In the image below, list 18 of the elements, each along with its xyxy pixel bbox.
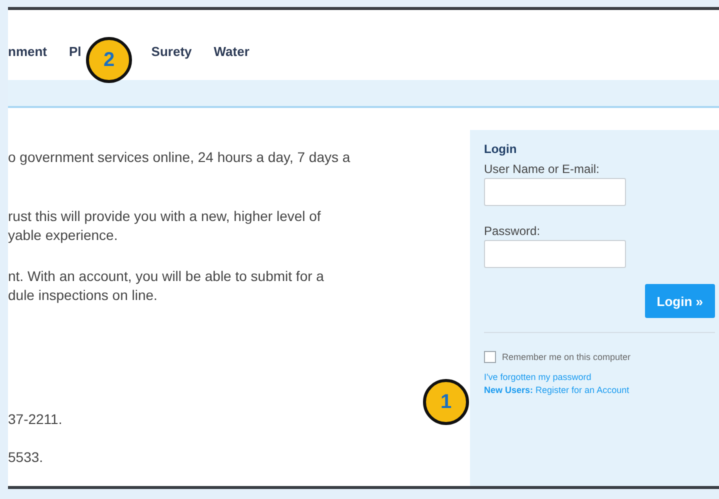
remember-label: Remember me on this computer	[502, 352, 631, 362]
nav-link[interactable]: nment	[8, 44, 47, 60]
paragraph: nt. With an account, you will be able to submit for a dule inspections on line.	[8, 267, 325, 305]
field-label: User Name or E-mail:	[484, 162, 600, 176]
nav-link[interactable]: Water	[214, 44, 250, 60]
phone-text: 37-2211.	[8, 410, 64, 429]
password-field[interactable]	[484, 240, 626, 268]
callout-badge: 2	[86, 37, 132, 83]
login-heading: Login	[484, 142, 518, 156]
paragraph: rust this will provide you with a new, higher level of yable experience.	[8, 207, 322, 245]
phone-text: 5533.	[8, 448, 44, 467]
username-field[interactable]	[484, 178, 626, 206]
remember-checkbox[interactable]	[484, 351, 496, 363]
nav-link[interactable]: Pl	[69, 44, 82, 60]
nav-link[interactable]: Surety	[151, 44, 192, 60]
callout-badge: 1	[423, 379, 469, 425]
paragraph: o government services online, 24 hours a day, 7 days a	[8, 148, 352, 167]
field-label: Password:	[484, 224, 542, 238]
